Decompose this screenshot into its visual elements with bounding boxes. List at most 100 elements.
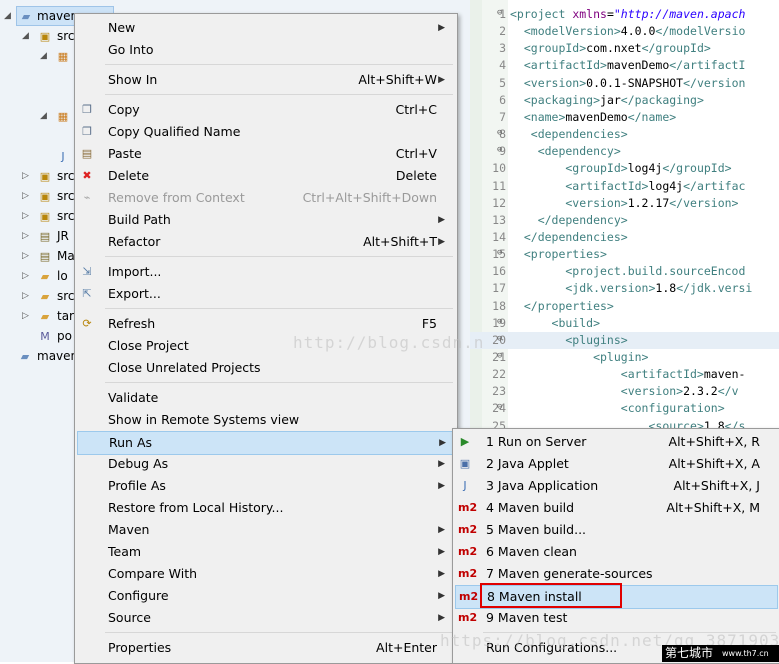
code-line[interactable]: 10 <groupId>log4j</groupId> <box>470 160 779 177</box>
code-text: <groupId>log4j</groupId> <box>510 160 731 177</box>
collapsed-arrow-icon[interactable]: ▷ <box>22 311 29 321</box>
submenu-item-java-application[interactable]: J 3 Java Application Alt+Shift+X, J <box>455 475 776 497</box>
collapsed-arrow-icon[interactable]: ▷ <box>22 271 29 281</box>
xml-tag: <plugin> <box>510 350 649 364</box>
code-line[interactable]: 17 <jdk.version>1.8</jdk.versi <box>470 280 779 297</box>
menu-item-source[interactable]: Source ▶ <box>77 607 453 629</box>
menu-item-debug-as[interactable]: Debug As ▶ <box>77 453 453 475</box>
submenu-item-maven-build-dialog[interactable]: m2 5 Maven build... <box>455 519 776 541</box>
submenu-arrow-icon: ▶ <box>438 525 445 535</box>
tree-item[interactable]: ▰ maven <box>2 347 82 367</box>
menu-item-restore-from-local-history[interactable]: Restore from Local History... <box>77 497 453 519</box>
code-line[interactable]: 16 <project.build.sourceEncod <box>470 263 779 280</box>
fold-toggle-icon[interactable]: ⊖ <box>497 399 502 416</box>
code-line[interactable]: 2 <modelVersion>4.0.0</modelVersio <box>470 23 779 40</box>
fold-toggle-icon[interactable]: ⊖ <box>497 331 502 348</box>
expand-arrow-icon[interactable]: ◢ <box>40 51 47 61</box>
menu-item-delete[interactable]: ✖ Delete Delete <box>77 165 453 187</box>
expand-arrow-icon[interactable]: ◢ <box>22 31 29 41</box>
menu-item-show-in[interactable]: Show In Alt+Shift+W ▶ <box>77 69 453 91</box>
menu-item-close-unrelated-projects[interactable]: Close Unrelated Projects <box>77 357 453 379</box>
menu-item-compare-with[interactable]: Compare With ▶ <box>77 563 453 585</box>
menu-item-build-path[interactable]: Build Path ▶ <box>77 209 453 231</box>
code-line[interactable]: 20 ⊖ <plugins> <box>470 331 779 349</box>
code-line[interactable]: 7 <name>mavenDemo</name> <box>470 109 779 126</box>
code-line[interactable]: 1 ⊖ <project xmlns="http://maven.apach <box>470 6 779 23</box>
submenu-item-maven-generate-sources[interactable]: m2 7 Maven generate-sources <box>455 563 776 585</box>
collapsed-arrow-icon[interactable]: ▷ <box>22 191 29 201</box>
xml-tag: </version <box>683 75 746 90</box>
submenu-arrow-icon: ▶ <box>438 569 445 579</box>
code-line[interactable]: 9 ⊖ <dependency> <box>470 143 779 160</box>
code-line[interactable]: 12 <version>1.2.17</version> <box>470 195 779 212</box>
menu-item-run-as[interactable]: Run As ▶ <box>77 431 455 455</box>
code-line[interactable]: 24 ⊖ <configuration> <box>470 400 779 417</box>
menu-item-label: Properties <box>108 640 172 655</box>
xml-tag: </artifactI <box>669 58 746 73</box>
fold-toggle-icon[interactable]: ⊖ <box>497 5 502 22</box>
fold-toggle-icon[interactable]: ⊖ <box>497 142 502 159</box>
source-folder-icon: ▣ <box>39 190 51 203</box>
menu-item-maven[interactable]: Maven ▶ <box>77 519 453 541</box>
code-line[interactable]: 3 <groupId>com.nxet</groupId> <box>470 40 779 57</box>
collapsed-arrow-icon[interactable]: ▷ <box>22 171 29 181</box>
project-icon: ▰ <box>20 350 30 363</box>
menu-item-refactor[interactable]: Refactor Alt+Shift+T ▶ <box>77 231 453 253</box>
submenu-item-maven-clean[interactable]: m2 6 Maven clean <box>455 541 776 563</box>
submenu-item-maven-build[interactable]: m2 4 Maven build Alt+Shift+X, M <box>455 497 776 519</box>
code-line[interactable]: 8 ⊖ <dependencies> <box>470 126 779 143</box>
submenu-item-maven-test[interactable]: m2 9 Maven test <box>455 607 776 629</box>
menu-item-paste[interactable]: ▤ Paste Ctrl+V <box>77 143 453 165</box>
code-line[interactable]: 11 <artifactId>log4j</artifac <box>470 178 779 195</box>
menu-item-profile-as[interactable]: Profile As ▶ <box>77 475 453 497</box>
expand-arrow-icon[interactable]: ◢ <box>4 11 11 21</box>
menu-item-import[interactable]: ⇲ Import... <box>77 261 453 283</box>
collapsed-arrow-icon[interactable]: ▷ <box>22 231 29 241</box>
menu-item-new[interactable]: New ▶ <box>77 17 453 39</box>
menu-item-configure[interactable]: Configure ▶ <box>77 585 453 607</box>
fold-toggle-icon[interactable]: ⊖ <box>497 348 502 365</box>
fold-toggle-icon[interactable]: ⊖ <box>497 125 502 142</box>
collapsed-arrow-icon[interactable]: ▷ <box>22 251 29 261</box>
code-line[interactable]: 15 ⊖ <properties> <box>470 246 779 263</box>
code-line[interactable]: 18 </properties> <box>470 298 779 315</box>
submenu-arrow-icon: ▶ <box>438 23 445 33</box>
code-line[interactable]: 5 <version>0.0.1-SNAPSHOT</version <box>470 75 779 92</box>
line-number: 22 <box>492 367 506 382</box>
code-line[interactable]: 23 <version>2.3.2</v <box>470 383 779 400</box>
submenu-item-run-on-server[interactable]: ▶ 1 Run on Server Alt+Shift+X, R <box>455 431 776 453</box>
java-app-icon: J <box>463 479 467 492</box>
fold-toggle-icon[interactable]: ⊖ <box>497 245 502 262</box>
code-line[interactable]: 19 ⊖ <build> <box>470 315 779 332</box>
menu-item-refresh[interactable]: ⟳ Refresh F5 <box>77 313 453 335</box>
menu-item-properties[interactable]: Properties Alt+Enter <box>77 637 453 659</box>
folder-icon: ▰ <box>40 310 50 323</box>
code-line[interactable]: 4 <artifactId>mavenDemo</artifactI <box>470 57 779 74</box>
collapsed-arrow-icon[interactable]: ▷ <box>22 211 29 221</box>
code-text: <dependency> <box>510 143 621 160</box>
menu-item-show-in-remote-systems[interactable]: Show in Remote Systems view <box>77 409 453 431</box>
export-icon: ⇱ <box>82 287 92 300</box>
expand-arrow-icon[interactable]: ◢ <box>40 111 47 121</box>
submenu-item-java-applet[interactable]: ▣ 2 Java Applet Alt+Shift+X, A <box>455 453 776 475</box>
menu-separator <box>105 308 453 309</box>
menu-item-validate[interactable]: Validate <box>77 387 453 409</box>
m2-icon: m2 <box>458 567 478 580</box>
code-line[interactable]: 21 ⊖ <plugin> <box>470 349 779 366</box>
fold-toggle-icon[interactable]: ⊖ <box>497 314 502 331</box>
menu-item-copy[interactable]: ❐ Copy Ctrl+C <box>77 99 453 121</box>
code-line[interactable]: 6 <packaging>jar</packaging> <box>470 92 779 109</box>
menu-item-label: Debug As <box>108 456 169 471</box>
menu-item-team[interactable]: Team ▶ <box>77 541 453 563</box>
menu-item-go-into[interactable]: Go Into <box>77 39 453 61</box>
code-line[interactable]: 14 </dependencies> <box>470 229 779 246</box>
menu-item-shortcut: Ctrl+V <box>395 146 437 161</box>
menu-item-copy-qualified-name[interactable]: ❐ Copy Qualified Name <box>77 121 453 143</box>
project-icon: ▰ <box>21 10 31 23</box>
collapsed-arrow-icon[interactable]: ▷ <box>22 291 29 301</box>
menu-item-label: Team <box>108 544 142 559</box>
code-line[interactable]: 22 <artifactId>maven- <box>470 366 779 383</box>
code-line[interactable]: 13 </dependency> <box>470 212 779 229</box>
menu-item-export[interactable]: ⇱ Export... <box>77 283 453 305</box>
xml-tag: </dependency> <box>510 212 628 227</box>
